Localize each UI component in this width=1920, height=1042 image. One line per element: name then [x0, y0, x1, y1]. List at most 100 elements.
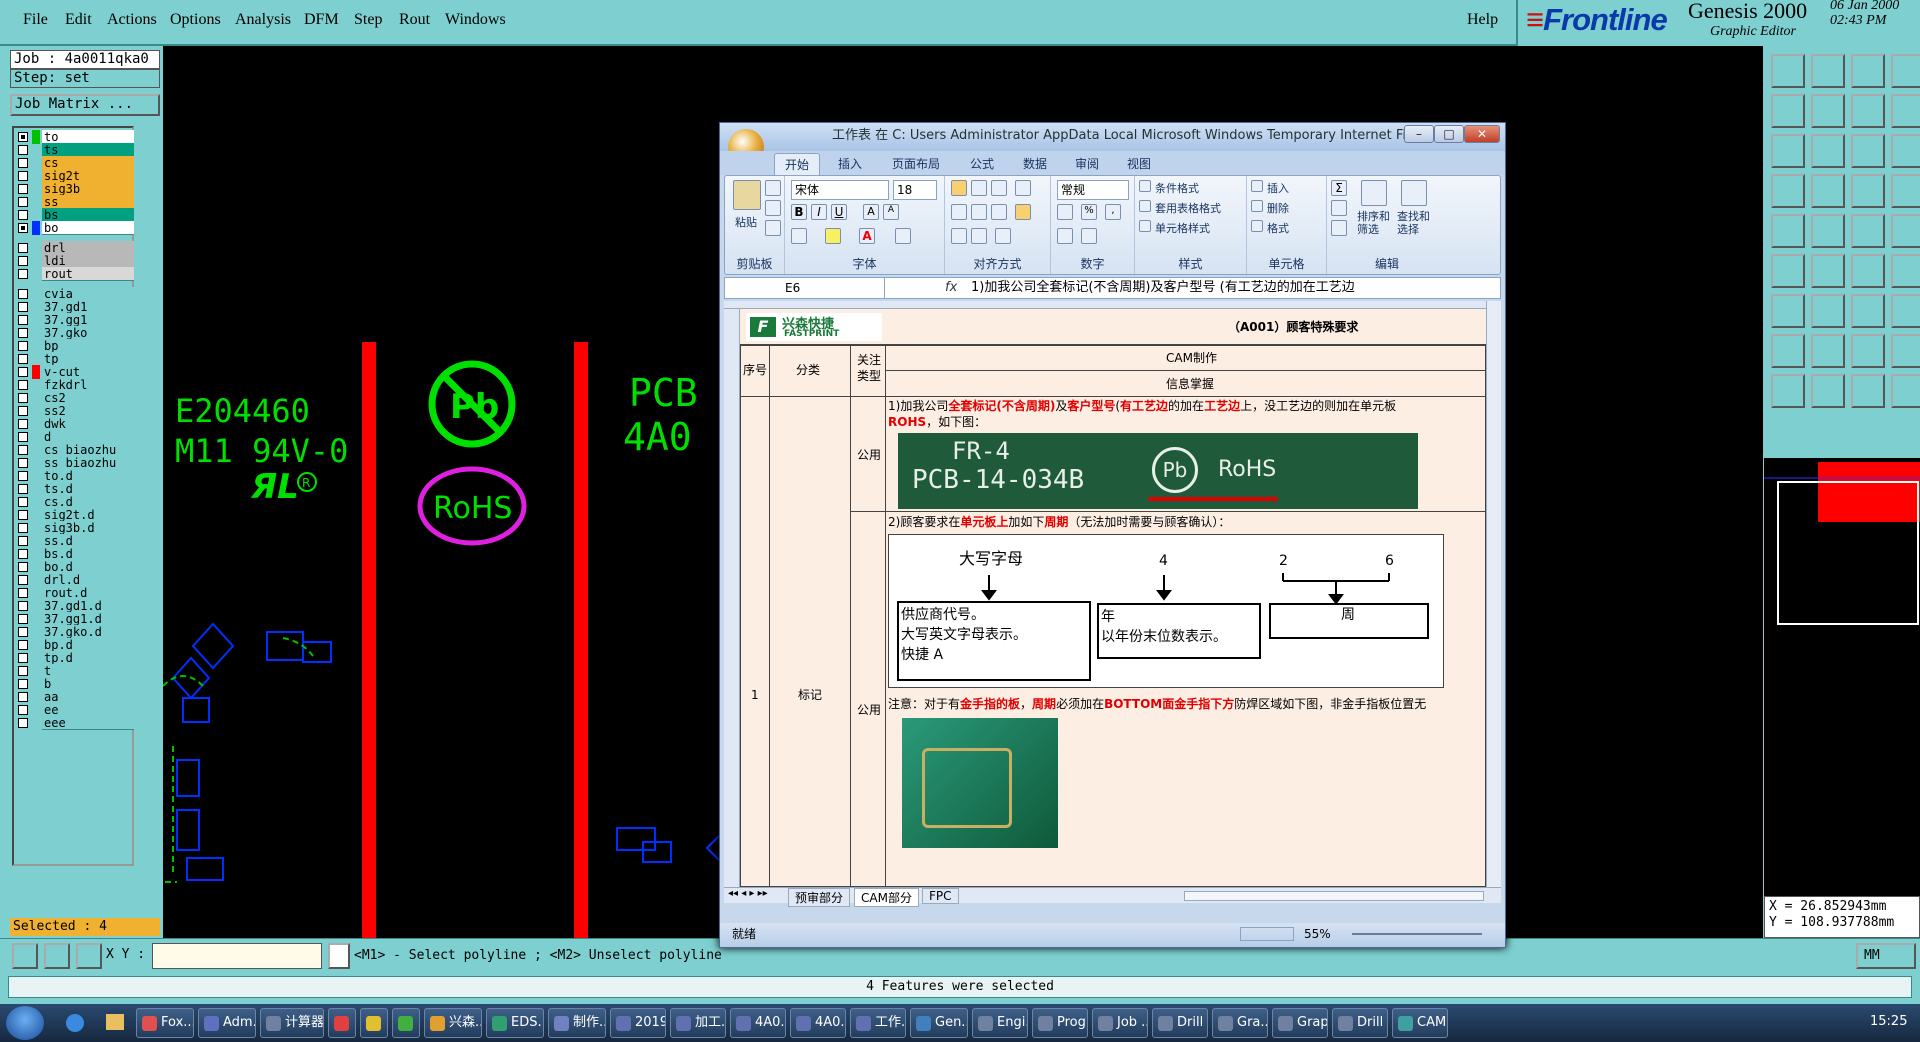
layer-checkbox[interactable]	[18, 640, 28, 650]
layer-checkbox[interactable]	[18, 510, 28, 520]
taskbar-item[interactable]: CAM...	[1392, 1008, 1448, 1038]
layer-name[interactable]: aa	[42, 690, 134, 704]
layer-name[interactable]: 37.gko	[42, 326, 134, 340]
layer-row-bp[interactable]: bp	[16, 339, 134, 353]
cell-requirement-2[interactable]: 2)顾客要求在单元板上加如下周期（无法加时需要与顾客确认）： 大写字母 4 2 …	[885, 511, 1486, 887]
layer-row-37.gko[interactable]: 37.gko	[16, 326, 134, 340]
start-button[interactable]	[6, 1006, 44, 1040]
pad-tool-icon[interactable]	[1891, 214, 1920, 248]
layer-name[interactable]: sig2t.d	[42, 508, 134, 522]
layer-row-37.gg1[interactable]: 37.gg1	[16, 313, 134, 327]
taskbar-item[interactable]: 制作...	[548, 1008, 606, 1038]
layer-checkbox[interactable]	[18, 549, 28, 559]
tab-home[interactable]: 开始	[774, 153, 821, 175]
decrease-decimal-icon[interactable]	[1081, 228, 1097, 244]
layer-checkbox[interactable]	[18, 588, 28, 598]
layer-checkbox[interactable]	[18, 145, 28, 155]
overview-map[interactable]	[1764, 458, 1920, 896]
taskbar-item[interactable]: Engi...	[972, 1008, 1028, 1038]
layer-row-cvia[interactable]: cvia	[16, 287, 134, 301]
taskbar-item[interactable]	[360, 1008, 388, 1038]
snap-icon[interactable]	[12, 943, 38, 969]
triangle-a-tool-icon[interactable]	[1771, 334, 1805, 368]
layer-row-rout.d[interactable]: rout.d	[16, 586, 134, 600]
worksheet[interactable]: F 兴森快捷 FASTPRINT （A001）顾客特殊要求 序号 分类 关注类型…	[724, 301, 1486, 887]
taskbar-item[interactable]	[328, 1008, 356, 1038]
layer-checkbox[interactable]	[18, 614, 28, 624]
step-tool-icon[interactable]	[1851, 54, 1885, 88]
zoom-slider[interactable]	[1352, 933, 1482, 935]
font-name-select[interactable]: 宋体	[791, 180, 889, 200]
layer-checkbox[interactable]	[18, 341, 28, 351]
sort-filter-button[interactable]: 排序和 筛选	[1357, 210, 1390, 236]
cell-styles-button[interactable]: 单元格样式	[1155, 220, 1210, 236]
layer-row-cs[interactable]: cs	[16, 156, 134, 170]
cell-seq[interactable]: 1	[740, 396, 770, 887]
layer-checkbox[interactable]	[18, 471, 28, 481]
triangle-c-tool-icon[interactable]	[1851, 334, 1885, 368]
layer-row-ts.d[interactable]: ts.d	[16, 482, 134, 496]
autosum-icon[interactable]: Σ	[1331, 180, 1347, 196]
layer-name[interactable]: rout	[42, 267, 134, 281]
layer-checkbox[interactable]	[18, 289, 28, 299]
layer-row-bo.d[interactable]: bo.d	[16, 560, 134, 574]
taskbar-item[interactable]: Job ...	[1092, 1008, 1148, 1038]
zoom-1-1-tool-icon[interactable]	[1851, 94, 1885, 128]
bold-icon[interactable]: B	[791, 204, 807, 220]
layer-row-b[interactable]: b	[16, 677, 134, 691]
layer-checkbox[interactable]	[18, 406, 28, 416]
triangle-d-tool-icon[interactable]	[1891, 334, 1920, 368]
conditional-format-icon[interactable]	[1139, 180, 1151, 192]
format-button[interactable]: 格式	[1267, 220, 1289, 236]
layer-name[interactable]: d	[42, 430, 134, 444]
layer-checkbox[interactable]	[18, 666, 28, 676]
grow-font-icon[interactable]: A	[863, 204, 879, 220]
menu-rout[interactable]: Rout	[399, 11, 430, 29]
orientation-icon[interactable]	[995, 228, 1011, 244]
layer-name[interactable]: to	[42, 130, 134, 144]
copy-icon[interactable]	[765, 200, 781, 216]
layer-name[interactable]: rout.d	[42, 586, 134, 600]
layer-row-ts[interactable]: ts	[16, 143, 134, 157]
layer-checkbox[interactable]	[18, 419, 28, 429]
layer-checkbox[interactable]	[18, 718, 28, 728]
layer-row-dwk[interactable]: dwk	[16, 417, 134, 431]
layer-name[interactable]: cs.d	[42, 495, 134, 509]
measure-icon[interactable]	[44, 943, 70, 969]
layer-checkbox[interactable]	[18, 536, 28, 546]
increase-decimal-icon[interactable]	[1057, 228, 1073, 244]
number-format-select[interactable]: 常规	[1057, 180, 1129, 200]
underline-icon[interactable]: U	[831, 204, 847, 220]
align-left-icon[interactable]	[951, 204, 967, 220]
shape-tool-icon[interactable]	[1891, 54, 1920, 88]
layer-name[interactable]: 37.gd1.d	[42, 599, 134, 613]
layer-checkbox[interactable]	[18, 575, 28, 585]
layer-name[interactable]: bo.d	[42, 560, 134, 574]
menu-analysis[interactable]: Analysis	[235, 11, 291, 29]
view-buttons[interactable]	[1240, 927, 1294, 941]
layer-name[interactable]: t	[42, 664, 134, 678]
layer-checkbox[interactable]	[18, 393, 28, 403]
increase-indent-icon[interactable]	[971, 228, 987, 244]
layer-name[interactable]: drl.d	[42, 573, 134, 587]
layer-name[interactable]: to.d	[42, 469, 134, 483]
layer-row-rout[interactable]: rout	[16, 267, 134, 281]
delete-button[interactable]: 删除	[1267, 200, 1289, 216]
layer-name[interactable]: cs2	[42, 391, 134, 405]
layer-checkbox[interactable]	[18, 679, 28, 689]
formula-input[interactable]: 1)加我公司全套标记(不含周期)及客户型号 (有工艺边的加在工艺边	[971, 278, 1355, 298]
layer-name[interactable]: 37.gg1	[42, 313, 134, 327]
layer-name[interactable]: ss.d	[42, 534, 134, 548]
layer-row-ldi[interactable]: ldi	[16, 254, 134, 268]
tab-insert[interactable]: 插入	[838, 155, 862, 172]
sort-filter-icon[interactable]	[1361, 180, 1387, 206]
layer-row-ss2[interactable]: ss2	[16, 404, 134, 418]
layer-checkbox[interactable]	[18, 302, 28, 312]
menu-edit[interactable]: Edit	[65, 11, 92, 29]
explorer-icon[interactable]	[106, 1014, 124, 1030]
layer-row-sig3b[interactable]: sig3b	[16, 182, 134, 196]
connect-tool-icon[interactable]	[1771, 254, 1805, 288]
layer-name[interactable]: bp.d	[42, 638, 134, 652]
delete-icon[interactable]	[1251, 200, 1263, 212]
query-tool-icon[interactable]	[1891, 134, 1920, 168]
